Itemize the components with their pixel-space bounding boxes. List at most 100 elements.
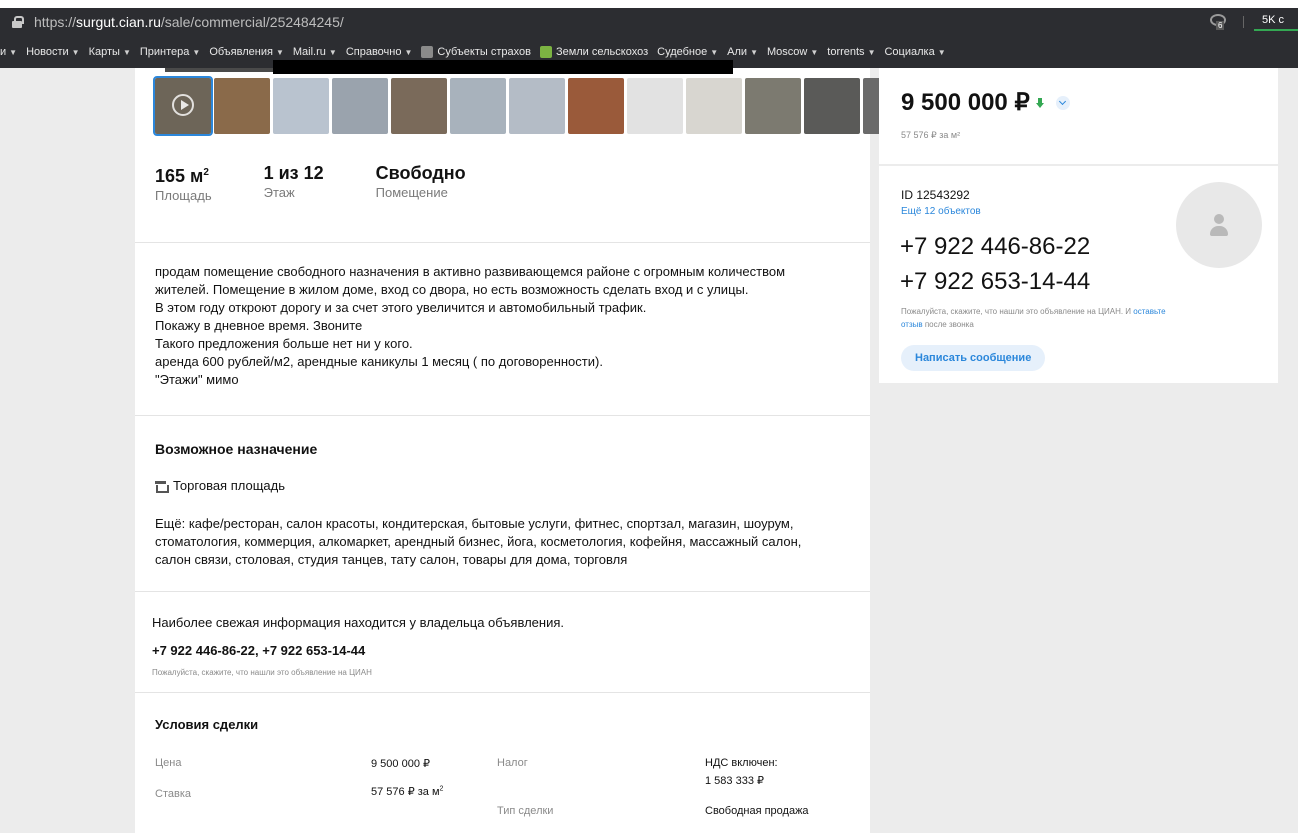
bookmark-item[interactable]: Новости ▼ <box>26 46 80 58</box>
bookmark-item[interactable]: Mail.ru ▼ <box>293 46 337 58</box>
divider <box>135 692 870 693</box>
bookmark-item[interactable]: Социалка ▼ <box>884 46 945 58</box>
purpose-also-line: салон связи, столовая, студия танцев, та… <box>155 552 628 567</box>
bookmark-label: Али <box>727 46 748 58</box>
bookmark-label: Судебное <box>657 46 708 58</box>
lock-icon <box>12 16 24 28</box>
bookmark-item[interactable]: Али ▼ <box>727 46 758 58</box>
photo-thumbnail[interactable] <box>568 78 624 134</box>
user-icon-body <box>1210 226 1228 236</box>
deal-price-label: Цена <box>155 757 182 769</box>
bookmark-item[interactable]: Объявления ▼ <box>209 46 284 58</box>
bookmark-item[interactable]: Карты ▼ <box>89 46 131 58</box>
bookmark-label: Принтера <box>139 46 190 58</box>
photo-thumbnail[interactable] <box>804 78 860 134</box>
bookmark-item[interactable]: и ▼ <box>0 46 17 58</box>
caret-down-icon: ▼ <box>867 47 876 57</box>
url-path: /sale/commercial/252484245/ <box>160 14 344 30</box>
bookmark-label: Справочно <box>345 46 402 58</box>
extension-icon[interactable]: 6 <box>1210 14 1228 30</box>
photo-thumbnail[interactable] <box>332 78 388 134</box>
caret-down-icon: ▼ <box>71 47 80 57</box>
deal-tax-value: НДС включен: <box>705 757 778 769</box>
bookmark-item[interactable]: Moscow ▼ <box>767 46 818 58</box>
url-prefix: https:// <box>34 14 77 30</box>
bookmark-item[interactable]: Принтера ▼ <box>140 46 200 58</box>
photo-thumbnail[interactable] <box>686 78 742 134</box>
description-line: аренда 600 рублей/м2, арендные каникулы … <box>155 354 603 369</box>
photo-thumbnail[interactable] <box>214 78 270 134</box>
video-thumbnail[interactable] <box>153 76 213 136</box>
photo-thumbnail[interactable] <box>509 78 565 134</box>
caret-down-icon: ▼ <box>9 47 18 57</box>
key-facts: 165 м2 Площадь 1 из 12 Этаж Свободно Пом… <box>155 162 518 205</box>
send-message-button[interactable]: Написать сообщение <box>901 345 1046 371</box>
description-line: Такого предложения больше нет ни у кого. <box>155 336 413 351</box>
bookmark-item[interactable]: Справочно ▼ <box>346 46 413 58</box>
bookmark-item[interactable]: Судебное ▼ <box>657 46 718 58</box>
price-card: 9 500 000 ₽ 57 576 ₽ за м² <box>879 68 1278 164</box>
caret-down-icon: ▼ <box>328 47 337 57</box>
phone-2[interactable]: +7 922 653-14-44 <box>900 268 1090 296</box>
photo-thumbnail[interactable] <box>391 78 447 134</box>
purpose-also-line: стоматология, коммерция, алкомаркет, аре… <box>155 534 802 549</box>
fact-value: 165 м2 <box>155 166 209 186</box>
url-text[interactable]: https://surgut.cian.ru/sale/commercial/2… <box>34 14 344 30</box>
purpose-main-label: Торговая площадь <box>173 478 285 493</box>
fact-value: 1 из 12 <box>263 163 324 183</box>
caret-down-icon: ▼ <box>710 47 719 57</box>
chevron-down-icon[interactable] <box>1055 95 1070 110</box>
agent-card: ID 12543292 Ещё 12 объектов +7 922 446-8… <box>879 166 1278 383</box>
price-per-m2: 57 576 ₽ за м² <box>901 130 961 140</box>
fact-area: 165 м2 Площадь <box>155 162 212 205</box>
purpose-heading: Возможное назначение <box>155 441 318 457</box>
bookmark-item[interactable]: Земли сельскохоз <box>539 46 649 58</box>
play-icon <box>172 94 194 116</box>
bookmark-label: и <box>0 46 7 58</box>
map-pin-icon <box>539 46 552 58</box>
deal-heading: Условия сделки <box>155 717 259 732</box>
caret-down-icon: ▼ <box>192 47 201 57</box>
purpose-also-line: Ещё: кафе/ресторан, салон красоты, конди… <box>155 516 794 531</box>
purpose-main: Торговая площадь <box>155 478 285 493</box>
caret-down-icon: ▼ <box>810 47 819 57</box>
chat-button[interactable]: 5K c <box>1254 11 1298 31</box>
caret-down-icon: ▼ <box>750 47 758 57</box>
agent-id: ID 12543292 <box>901 188 970 202</box>
description-line: "Этажи" мимо <box>155 372 239 387</box>
bookmark-item[interactable]: Субъекты страхов <box>421 46 531 58</box>
more-objects-link[interactable]: Ещё 12 объектов <box>901 206 981 217</box>
caret-down-icon: ▼ <box>404 47 413 57</box>
user-icon <box>1214 214 1224 224</box>
avatar <box>1176 182 1262 268</box>
shop-icon <box>155 480 169 493</box>
redaction-bar <box>273 60 733 74</box>
fact-floor: 1 из 12 Этаж <box>264 162 324 205</box>
cian-note: Пожалуйста, скажите, что нашли это объяв… <box>152 668 372 677</box>
phone-1[interactable]: +7 922 446-86-22 <box>900 233 1090 261</box>
description-line: жителей. Помещение в жилом доме, вход со… <box>155 282 749 297</box>
bookmark-label: Социалка <box>884 46 935 58</box>
bookmark-label: Земли сельскохоз <box>555 46 649 58</box>
bookmark-label: Объявления <box>209 46 273 58</box>
divider <box>135 242 870 243</box>
fact-label: Помещение <box>375 185 448 200</box>
deal-tax-amount: 1 583 333 ₽ <box>705 775 764 787</box>
inline-phones[interactable]: +7 922 446-86-22, +7 922 653-14-44 <box>152 643 365 658</box>
fact-label: Этаж <box>263 185 295 200</box>
description-line: продам помещение свободного назначения в… <box>155 264 786 279</box>
toolbar-divider <box>1243 16 1244 28</box>
deal-tax-label: Налог <box>497 757 528 769</box>
bookmark-item[interactable]: torrents ▼ <box>827 46 875 58</box>
address-bar[interactable]: https://surgut.cian.ru/sale/commercial/2… <box>0 8 1298 36</box>
photo-thumbnail[interactable] <box>273 78 329 134</box>
bookmark-label: torrents <box>827 46 865 58</box>
extension-badge: 6 <box>1216 21 1225 30</box>
divider <box>135 591 870 592</box>
photo-thumbnail[interactable] <box>627 78 683 134</box>
divider <box>135 415 870 416</box>
photo-thumbnail[interactable] <box>745 78 801 134</box>
caret-down-icon: ▼ <box>275 47 284 57</box>
photo-thumbnail[interactable] <box>450 78 506 134</box>
bookmark-label: Mail.ru <box>292 46 326 58</box>
